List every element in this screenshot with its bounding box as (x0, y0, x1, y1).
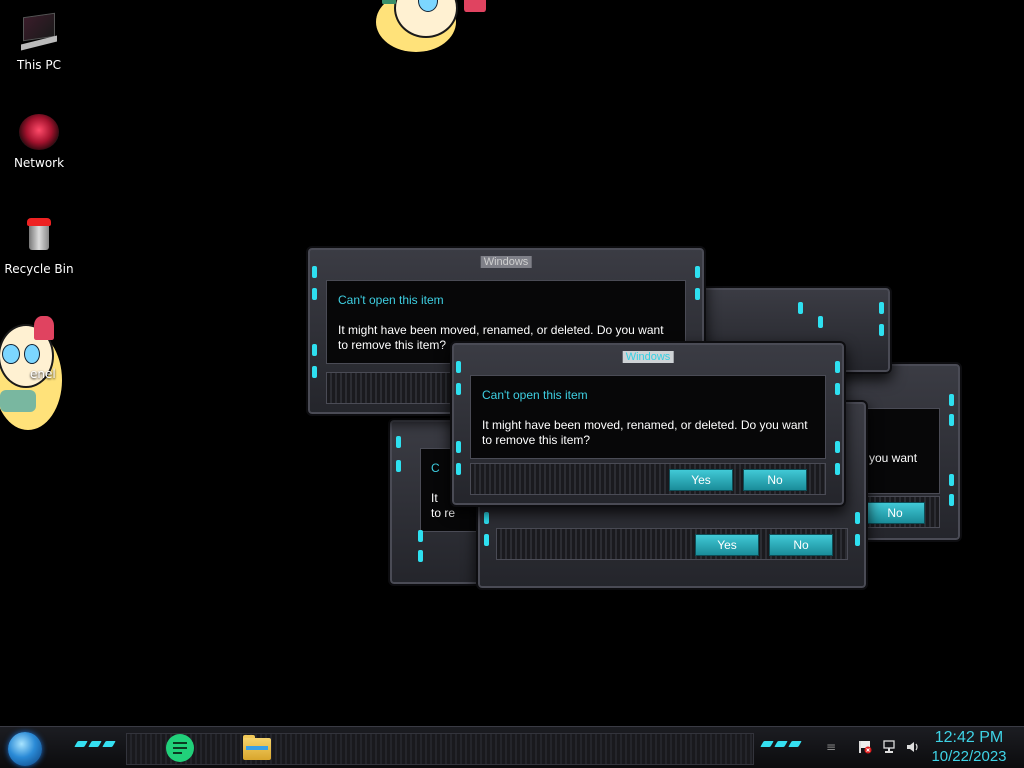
dialog-message-partial: you want (869, 451, 918, 465)
no-button[interactable]: No (769, 534, 833, 556)
no-button[interactable]: No (743, 469, 807, 491)
show-hidden-icons-icon[interactable]: ≡ (824, 740, 838, 754)
dialog-message: It might have been moved, renamed, or de… (482, 418, 808, 447)
taskbar-decoration (760, 741, 774, 747)
cartoon-character-top (372, 0, 496, 60)
dialog-body: Can't open this item It might have been … (470, 375, 826, 459)
desktop-icon-control-panel[interactable]: enel (30, 367, 80, 381)
error-dialog-front[interactable]: Windows Can't open this item It might ha… (450, 341, 846, 507)
yes-button[interactable]: Yes (695, 534, 759, 556)
desktop-icon-this-pc[interactable]: This PC (0, 12, 78, 72)
network-icon[interactable] (882, 740, 896, 754)
dialog-title: Windows (622, 351, 674, 363)
taskbar: ≡ 12:42 PM 10/22/2023 (0, 726, 1024, 768)
dialog-heading-partial: C (431, 461, 440, 475)
computer-icon (19, 12, 59, 52)
taskbar-track (126, 733, 754, 765)
desktop-icon-network[interactable]: Network (0, 114, 78, 170)
action-center-flag-icon[interactable] (858, 740, 872, 754)
desktop-icon-label: enel (30, 367, 56, 381)
desktop-icon-label: Network (13, 156, 65, 170)
taskbar-decoration (788, 741, 802, 747)
dialog-heading: Can't open this item (482, 388, 588, 402)
taskbar-decoration (74, 741, 88, 747)
desktop-icon-label: Recycle Bin (4, 262, 74, 276)
dialog-button-bar: Yes No (496, 528, 848, 560)
dialog-button-bar: Yes No (470, 463, 826, 495)
no-button[interactable]: No (865, 502, 925, 524)
dialog-title: Windows (480, 256, 532, 268)
clock-time: 12:42 PM (934, 729, 1004, 746)
desktop-icon-recycle-bin[interactable]: Recycle Bin (0, 216, 78, 276)
desktop-icon-label: This PC (17, 58, 61, 72)
system-clock[interactable]: 12:42 PM 10/22/2023 (924, 728, 1014, 766)
start-button[interactable] (8, 732, 42, 766)
desktop: This PC Network Recycle Bin enel you wan… (0, 0, 1024, 768)
yes-button[interactable]: Yes (669, 469, 733, 491)
clock-date: 10/22/2023 (931, 748, 1007, 765)
dialog-heading: Can't open this item (338, 293, 444, 307)
taskbar-decoration (102, 741, 116, 747)
notes-app-icon[interactable] (164, 732, 196, 764)
file-explorer-icon[interactable] (240, 732, 272, 764)
taskbar-decoration (774, 741, 788, 747)
recycle-bin-icon (19, 216, 59, 256)
network-globe-icon (19, 114, 59, 150)
volume-icon[interactable] (906, 740, 920, 754)
taskbar-decoration (88, 741, 102, 747)
